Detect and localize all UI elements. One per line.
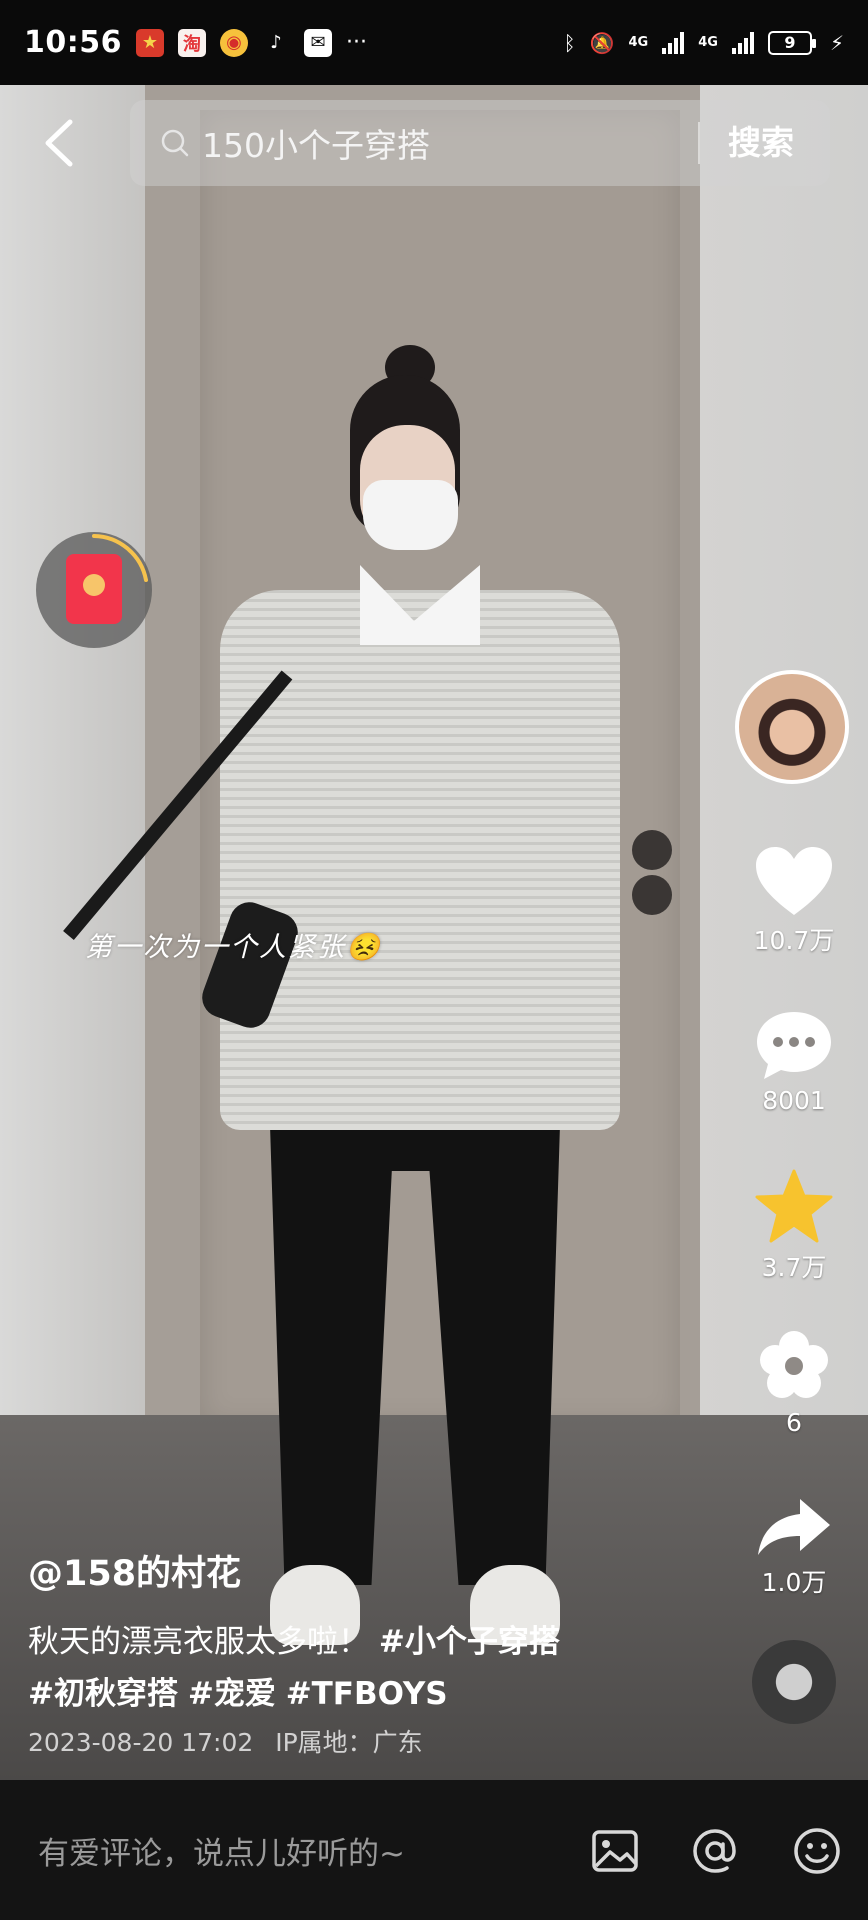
comment-count: 8001 <box>762 1086 826 1115</box>
search-bar[interactable]: 150小个子穿搭 搜索 <box>130 100 830 186</box>
image-icon[interactable] <box>590 1826 640 1876</box>
share-count: 1.0万 <box>761 1568 827 1597</box>
comment-button[interactable]: 8001 <box>740 1008 848 1115</box>
charging-icon: ⚡ <box>829 30 844 55</box>
bluetooth-icon: ᛒ <box>563 30 576 55</box>
heart-icon <box>756 847 832 915</box>
video-subject <box>63 345 640 1685</box>
hashtag[interactable]: #TFBOYS <box>286 1676 448 1712</box>
battery-icon: 9 <box>767 30 816 55</box>
weibo-notification-icon: ◉ <box>220 28 248 57</box>
post-text: 秋天的漂亮衣服太多啦！ <box>28 1624 369 1660</box>
share-button[interactable]: 1.0万 <box>740 1495 848 1599</box>
hashtag[interactable]: #初秋穿搭 <box>28 1676 178 1712</box>
comment-input[interactable]: 有爱评论，说点儿好听的~ <box>38 1828 405 1873</box>
mute-bell-icon: 🔕 <box>589 30 615 55</box>
search-query[interactable]: 150小个子穿搭 <box>202 119 430 167</box>
signal-icon <box>662 31 685 54</box>
comment-icon <box>757 1012 831 1079</box>
video-caption-overlay: 第一次为一个人紧张😣 <box>85 932 382 963</box>
post-ip-location: IP属地：广东 <box>275 1728 423 1757</box>
like-count: 10.7万 <box>753 926 835 955</box>
post-description: 秋天的漂亮衣服太多啦！ #小个子穿搭 #初秋穿搭 #宠爱 #TFBOYS <box>28 1616 708 1720</box>
red-packet-widget[interactable] <box>36 532 152 648</box>
taobao-notification-icon: 淘 <box>178 28 206 57</box>
search-button[interactable]: 搜索 <box>728 100 794 186</box>
flower-button[interactable]: 6 <box>740 1328 848 1437</box>
search-icon <box>161 129 189 157</box>
star-icon <box>755 1169 833 1243</box>
signal-icon-2 <box>731 31 754 54</box>
post-date: 2023-08-20 17:02 <box>28 1728 254 1757</box>
network-type-1: 4G <box>628 35 649 50</box>
more-notifications-icon: ··· <box>346 30 367 55</box>
post-meta: 2023-08-20 17:02 IP属地：广东 <box>28 1723 423 1759</box>
red-packet-coin <box>83 574 105 596</box>
search-divider <box>698 122 700 164</box>
app-notification-icon: ★ <box>136 28 164 57</box>
author-name[interactable]: @158的村花 <box>28 1545 241 1596</box>
author-avatar[interactable] <box>735 670 849 784</box>
network-type-2: 4G <box>698 35 718 50</box>
tiktok-notification-icon: ♪ <box>270 32 282 53</box>
flower-count: 6 <box>786 1408 802 1437</box>
emoji-icon[interactable] <box>792 1826 842 1876</box>
music-disc-icon[interactable] <box>752 1640 836 1724</box>
video-wall <box>0 85 150 1485</box>
at-icon[interactable] <box>690 1826 740 1876</box>
share-icon <box>758 1499 830 1555</box>
back-arrow-icon[interactable] <box>38 118 82 168</box>
hashtag[interactable]: #宠爱 <box>188 1676 276 1712</box>
battery-level: 9 <box>784 33 796 52</box>
favorite-count: 3.7万 <box>761 1253 827 1282</box>
like-button[interactable]: 10.7万 <box>740 845 848 957</box>
status-time: 10:56 <box>24 25 122 60</box>
comment-bar: 有爱评论，说点儿好听的~ <box>0 1780 868 1920</box>
status-bar: 10:56 ★ 淘 ◉ ♪ ✉ ··· ᛒ 🔕 4G 4G 9 ⚡ <box>0 0 868 85</box>
hashtag[interactable]: #小个子穿搭 <box>379 1624 560 1660</box>
favorite-button[interactable]: 3.7万 <box>740 1168 848 1284</box>
message-notification-icon: ✉ <box>304 28 332 57</box>
flower-icon <box>760 1331 828 1398</box>
video-player[interactable]: 第一次为一个人紧张😣 <box>0 85 868 1780</box>
